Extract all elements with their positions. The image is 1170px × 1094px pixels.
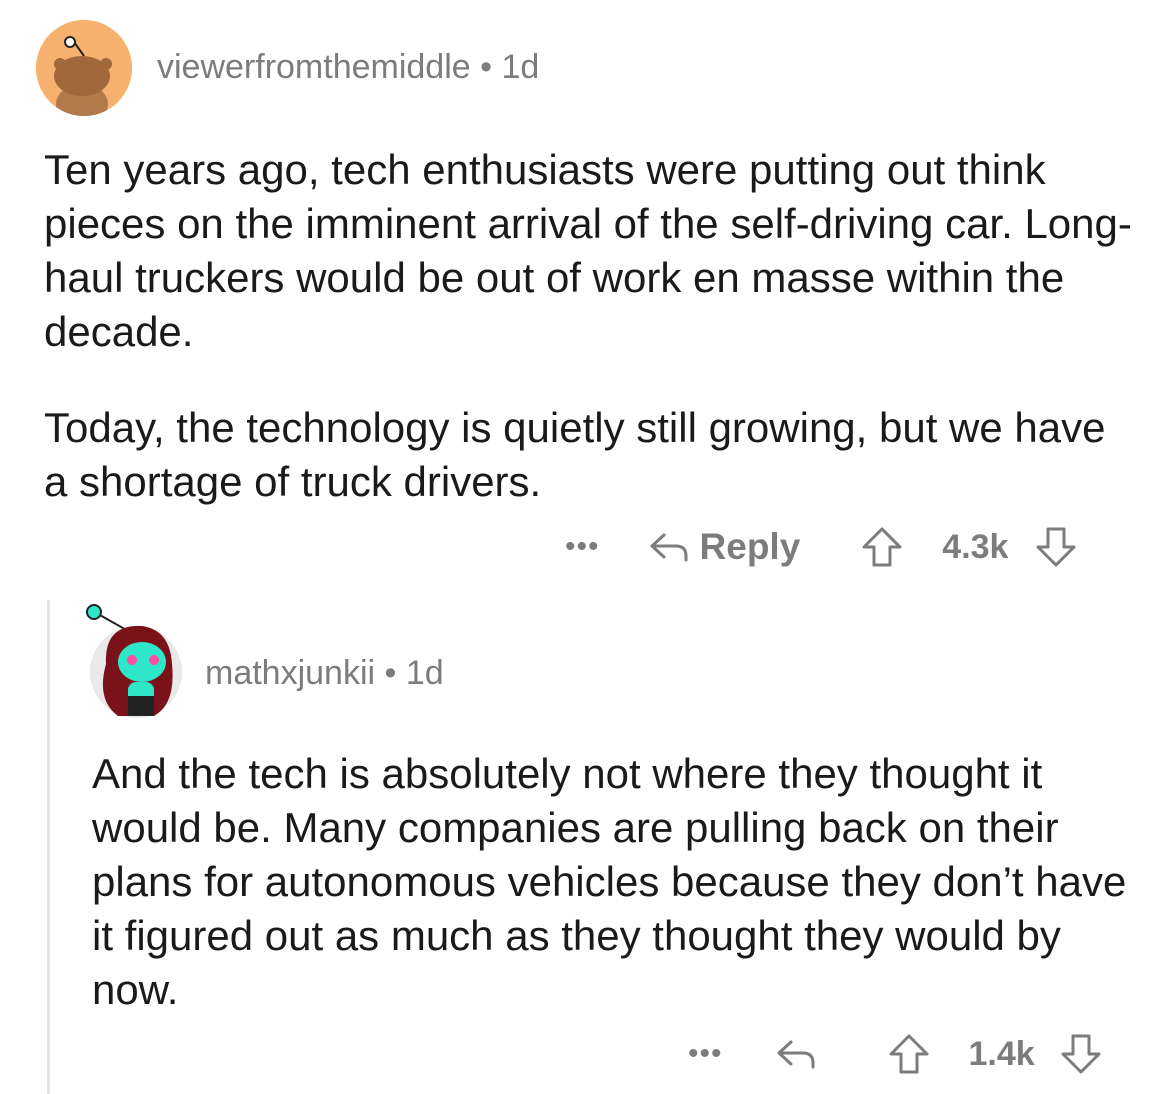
comment-paragraph: Today, the technology is quietly still g… bbox=[44, 404, 1106, 505]
username[interactable]: viewerfromthemiddle bbox=[157, 48, 471, 86]
comment-meta: viewerfromthemiddle • 1d bbox=[157, 48, 539, 87]
upvote-button[interactable] bbox=[860, 525, 904, 569]
comment-actions: ••• 1.4k bbox=[688, 1032, 1103, 1076]
reply-button[interactable]: Reply bbox=[646, 526, 801, 568]
comment-age: 1d bbox=[501, 48, 540, 86]
comment-body: Ten years ago, tech enthusiasts were put… bbox=[44, 143, 1134, 551]
vote-count: 4.3k bbox=[942, 527, 1009, 566]
upvote-button[interactable] bbox=[887, 1032, 931, 1076]
comment-body: And the tech is absolutely not where the… bbox=[92, 747, 1142, 1017]
meta-separator: • bbox=[480, 48, 493, 86]
upvote-arrow-icon bbox=[862, 527, 902, 567]
more-options-button[interactable]: ••• bbox=[688, 1037, 723, 1071]
comment-age: 1d bbox=[405, 654, 444, 692]
reply-button[interactable] bbox=[773, 1034, 819, 1074]
comment-paragraph: Ten years ago, tech enthusiasts were put… bbox=[44, 146, 1132, 355]
downvote-arrow-icon bbox=[1061, 1034, 1101, 1074]
reply-label: Reply bbox=[699, 526, 801, 567]
downvote-button[interactable] bbox=[1059, 1032, 1103, 1076]
user-avatar[interactable] bbox=[36, 20, 132, 116]
comment-actions: ••• Reply 4.3k bbox=[565, 525, 1078, 569]
reply-arrow-icon bbox=[777, 1040, 815, 1069]
comment-paragraph: And the tech is absolutely not where the… bbox=[92, 750, 1127, 1013]
username[interactable]: mathxjunkii bbox=[205, 654, 375, 692]
meta-separator: • bbox=[384, 654, 397, 692]
reply-arrow-icon bbox=[650, 533, 688, 562]
upvote-arrow-icon bbox=[889, 1034, 929, 1074]
comment-meta: mathxjunkii • 1d bbox=[205, 654, 444, 693]
more-options-button[interactable]: ••• bbox=[565, 530, 600, 564]
downvote-button[interactable] bbox=[1034, 525, 1078, 569]
vote-count: 1.4k bbox=[968, 1034, 1035, 1073]
reddit-snoo-avatar-icon bbox=[86, 604, 182, 718]
user-avatar[interactable] bbox=[84, 604, 184, 720]
reddit-snoo-avatar-icon bbox=[36, 20, 132, 116]
thread-line[interactable] bbox=[47, 600, 50, 1094]
downvote-arrow-icon bbox=[1036, 527, 1076, 567]
